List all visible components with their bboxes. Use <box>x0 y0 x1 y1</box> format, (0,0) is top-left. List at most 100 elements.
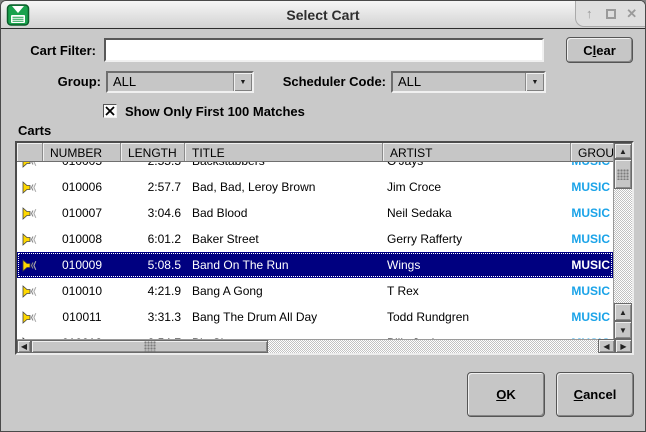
carts-rows: 010005 2:55.5 Backstabbers O'Jays MUSIC … <box>17 162 613 339</box>
group-selected-value: ALL <box>108 73 233 91</box>
speaker-icon <box>17 207 43 220</box>
cart-group: MUSIC <box>571 206 613 220</box>
speaker-icon <box>17 259 43 272</box>
cart-length: 5:08.5 <box>121 258 185 272</box>
close-window-icon[interactable]: ✕ <box>624 6 640 22</box>
carts-section-label: Carts <box>18 123 51 138</box>
rivendell-cart-icon <box>6 3 30 27</box>
cart-number: 010009 <box>43 258 121 272</box>
cart-filter-label: Cart Filter: <box>15 43 96 58</box>
cart-length: 2:57.7 <box>121 180 185 194</box>
cart-row[interactable]: 010006 2:57.7 Bad, Bad, Leroy Brown Jim … <box>17 174 613 200</box>
thumb-grip <box>144 341 156 352</box>
cancel-button[interactable]: Cancel <box>556 372 634 417</box>
cart-artist: T Rex <box>383 284 571 298</box>
column-header-length[interactable]: LENGTH <box>121 143 185 161</box>
cart-length: 2:55.5 <box>121 162 185 168</box>
scroll-up-icon[interactable]: ▲ <box>614 143 632 159</box>
cart-row[interactable]: 010007 3:04.6 Bad Blood Neil Sedaka MUSI… <box>17 200 613 226</box>
cart-length: 4:21.9 <box>121 284 185 298</box>
cart-length: 3:04.6 <box>121 206 185 220</box>
cart-row[interactable]: 010005 2:55.5 Backstabbers O'Jays MUSIC <box>17 162 613 174</box>
window-controls: ↑ ✕ <box>575 1 645 27</box>
cart-group: MUSIC <box>571 310 613 324</box>
scroll-up-icon[interactable]: ▲ <box>614 303 632 321</box>
carts-table-viewport: NUMBER LENGTH TITLE ARTIST GROUP 010005 … <box>17 143 613 339</box>
horizontal-scrollbar[interactable]: ◀ <box>17 339 598 353</box>
cart-row[interactable]: 010010 4:21.9 Bang A Gong T Rex MUSIC <box>17 278 613 304</box>
cart-number: 010006 <box>43 180 121 194</box>
column-header-artist[interactable]: ARTIST <box>383 143 571 161</box>
cart-row[interactable]: 010011 3:31.3 Bang The Drum All Day Todd… <box>17 304 613 330</box>
cart-artist: Neil Sedaka <box>383 206 571 220</box>
cart-length: 6:01.2 <box>121 232 185 246</box>
group-select[interactable]: ALL ▼ <box>106 71 254 93</box>
scheduler-code-select[interactable]: ALL ▼ <box>391 71 546 93</box>
cart-length: 3:31.3 <box>121 310 185 324</box>
cart-title: Backstabbers <box>185 162 383 168</box>
cart-title: Baker Street <box>185 232 383 246</box>
shade-window-icon[interactable]: ↑ <box>581 6 597 22</box>
cart-title: Bad Blood <box>185 206 383 220</box>
scheduler-code-label: Scheduler Code: <box>241 74 386 89</box>
cart-row[interactable]: 010008 6:01.2 Baker Street Gerry Raffert… <box>17 226 613 252</box>
speaker-icon <box>17 285 43 298</box>
cart-title: Bang A Gong <box>185 284 383 298</box>
carts-table: NUMBER LENGTH TITLE ARTIST GROUP 010005 … <box>15 141 634 355</box>
speaker-icon <box>17 162 43 168</box>
cart-number: 010011 <box>43 310 121 324</box>
speaker-icon <box>17 233 43 246</box>
column-header-group[interactable]: GROUP <box>571 143 613 161</box>
cart-artist: O'Jays <box>383 162 571 168</box>
checkmark-x-icon <box>105 106 115 116</box>
cart-group: MUSIC <box>571 232 613 246</box>
vertical-scroll-thumb[interactable] <box>614 159 632 189</box>
ok-button[interactable]: OK <box>467 372 545 417</box>
cart-filter-input[interactable] <box>104 38 544 62</box>
speaker-icon <box>17 311 43 324</box>
cart-artist: Wings <box>383 258 571 272</box>
scroll-left-icon[interactable]: ◀ <box>17 340 31 353</box>
cart-artist: Jim Croce <box>383 180 571 194</box>
speaker-icon <box>17 181 43 194</box>
cart-row[interactable]: 010012 2:54.7 Big Shot Billy Joel MUSIC <box>17 330 613 339</box>
group-label: Group: <box>15 74 101 89</box>
scrollbar-corner-buttons: ◀ ▶ <box>598 339 632 353</box>
vertical-scrollbar[interactable]: ▲ ▲ ▼ <box>613 143 632 339</box>
chevron-down-icon[interactable]: ▼ <box>525 73 544 91</box>
column-header-icon[interactable] <box>17 143 43 161</box>
cart-artist: Gerry Rafferty <box>383 232 571 246</box>
scroll-right-icon[interactable]: ▶ <box>615 339 632 353</box>
horizontal-scroll-thumb[interactable] <box>31 340 268 353</box>
cart-group: MUSIC <box>571 284 613 298</box>
thumb-grip <box>617 169 629 180</box>
cart-number: 010007 <box>43 206 121 220</box>
column-header-number[interactable]: NUMBER <box>43 143 121 161</box>
cart-artist: Todd Rundgren <box>383 310 571 324</box>
clear-button[interactable]: Clear <box>566 37 633 63</box>
cart-title: Band On The Run <box>185 258 383 272</box>
window-title: Select Cart <box>1 7 645 23</box>
scroll-left-icon[interactable]: ◀ <box>598 339 615 353</box>
dialog-content: Cart Filter: Clear Group: ALL ▼ Schedule… <box>1 29 645 431</box>
cart-number: 010010 <box>43 284 121 298</box>
clear-button-label: C <box>583 43 592 58</box>
carts-rows-clip: 010005 2:55.5 Backstabbers O'Jays MUSIC … <box>17 162 613 339</box>
cart-title: Bang The Drum All Day <box>185 310 383 324</box>
column-header-title[interactable]: TITLE <box>185 143 383 161</box>
cart-group: MUSIC <box>571 162 613 168</box>
cart-number: 010008 <box>43 232 121 246</box>
cart-group: MUSIC <box>571 258 613 272</box>
scroll-down-icon[interactable]: ▼ <box>614 321 632 339</box>
cart-row-selected[interactable]: 010009 5:08.5 Band On The Run Wings MUSI… <box>17 252 613 278</box>
show-first-100-checkbox[interactable] <box>103 104 117 118</box>
scheduler-code-selected-value: ALL <box>393 73 525 91</box>
maximize-window-icon[interactable] <box>606 9 616 19</box>
show-first-100-label: Show Only First 100 Matches <box>125 104 305 119</box>
cart-number: 010005 <box>43 162 121 168</box>
carts-table-header: NUMBER LENGTH TITLE ARTIST GROUP <box>17 143 613 162</box>
titlebar[interactable]: Select Cart ↑ ✕ <box>1 1 645 29</box>
select-cart-dialog: Select Cart ↑ ✕ Cart Filter: Clear Group… <box>0 0 646 432</box>
cart-title: Bad, Bad, Leroy Brown <box>185 180 383 194</box>
cart-group: MUSIC <box>571 180 613 194</box>
